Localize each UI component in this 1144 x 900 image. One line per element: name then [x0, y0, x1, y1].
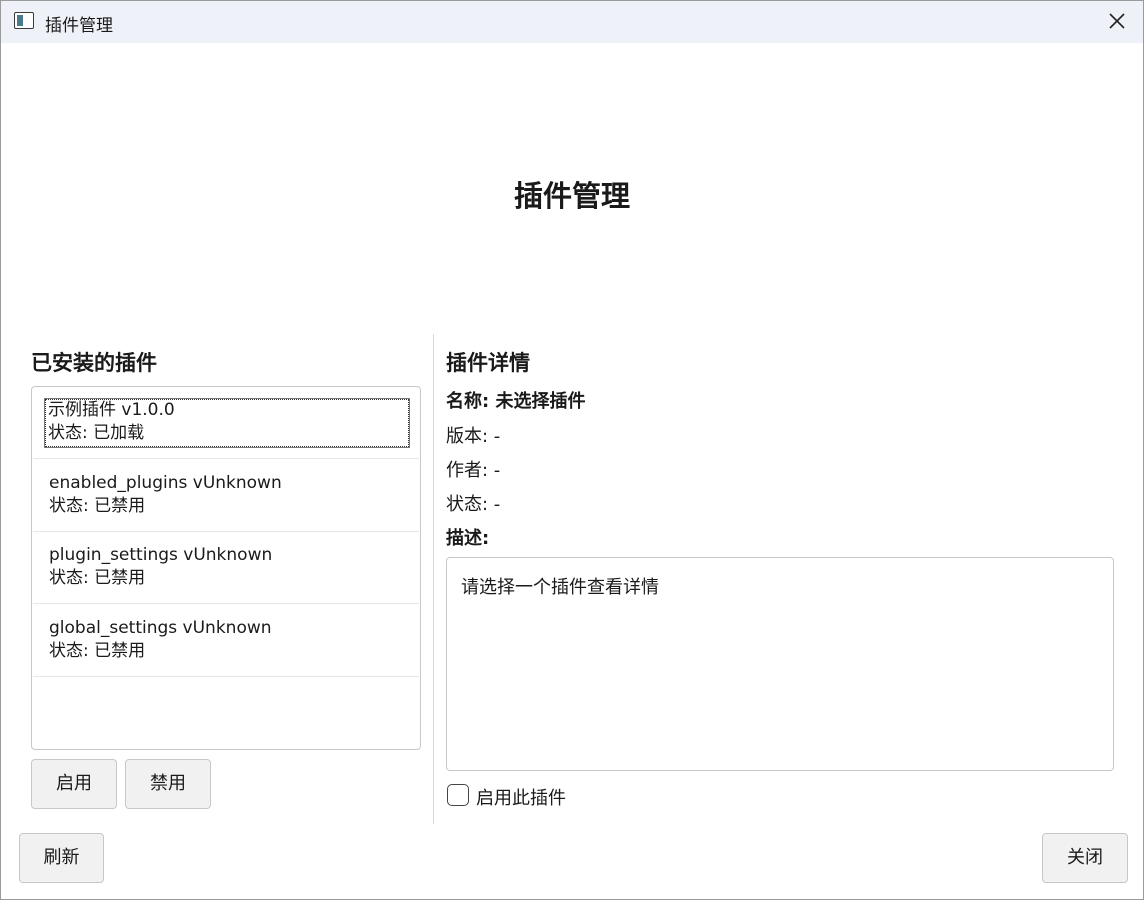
plugin-name-version: enabled_plugins vUnknown [49, 473, 282, 493]
enable-plugin-checkbox[interactable] [447, 784, 469, 806]
plugin-status: 状态: 已加载 [48, 423, 145, 443]
refresh-button[interactable]: 刷新 [19, 833, 104, 883]
window-app-icon [14, 12, 34, 29]
title-bar: 插件管理 [1, 1, 1143, 43]
plugin-list[interactable]: 示例插件 v1.0.0 状态: 已加载 enabled_plugins vUnk… [31, 386, 421, 750]
plugin-details-title: 插件详情 [446, 351, 530, 375]
plugin-status: 状态: 已禁用 [49, 641, 146, 661]
enable-plugin-checkbox-label[interactable]: 启用此插件 [476, 784, 566, 810]
detail-description-label: 描述: [446, 528, 490, 549]
panel-divider [433, 334, 434, 824]
window-title: 插件管理 [45, 16, 113, 36]
plugin-status: 状态: 已禁用 [49, 568, 146, 588]
detail-status: 状态: - [446, 494, 501, 515]
plugin-list-item[interactable]: plugin_settings vUnknown 状态: 已禁用 [33, 532, 419, 604]
installed-plugins-title: 已安装的插件 [31, 351, 157, 375]
description-textarea[interactable]: 请选择一个插件查看详情 [446, 557, 1114, 771]
enable-button[interactable]: 启用 [31, 759, 117, 809]
close-icon [1109, 13, 1125, 29]
plugin-name-version: plugin_settings vUnknown [49, 545, 273, 565]
detail-name: 名称: 未选择插件 [446, 391, 586, 412]
plugin-list-item[interactable]: 示例插件 v1.0.0 状态: 已加载 [33, 387, 419, 459]
description-text: 请选择一个插件查看详情 [461, 577, 659, 598]
close-button[interactable]: 关闭 [1042, 833, 1128, 883]
plugin-name-version: global_settings vUnknown [49, 618, 272, 638]
plugin-list-item[interactable]: global_settings vUnknown 状态: 已禁用 [33, 605, 419, 677]
detail-version: 版本: - [446, 426, 501, 447]
detail-author: 作者: - [446, 460, 501, 481]
disable-button[interactable]: 禁用 [125, 759, 211, 809]
plugin-list-item[interactable]: enabled_plugins vUnknown 状态: 已禁用 [33, 460, 419, 532]
plugin-name-version: 示例插件 v1.0.0 [48, 400, 175, 420]
plugin-manager-window: 插件管理 插件管理 已安装的插件 示例插件 v1.0.0 状态: 已加载 ena… [0, 0, 1144, 900]
plugin-status: 状态: 已禁用 [49, 496, 146, 516]
window-close-button[interactable] [1105, 9, 1129, 33]
page-heading: 插件管理 [513, 179, 630, 213]
